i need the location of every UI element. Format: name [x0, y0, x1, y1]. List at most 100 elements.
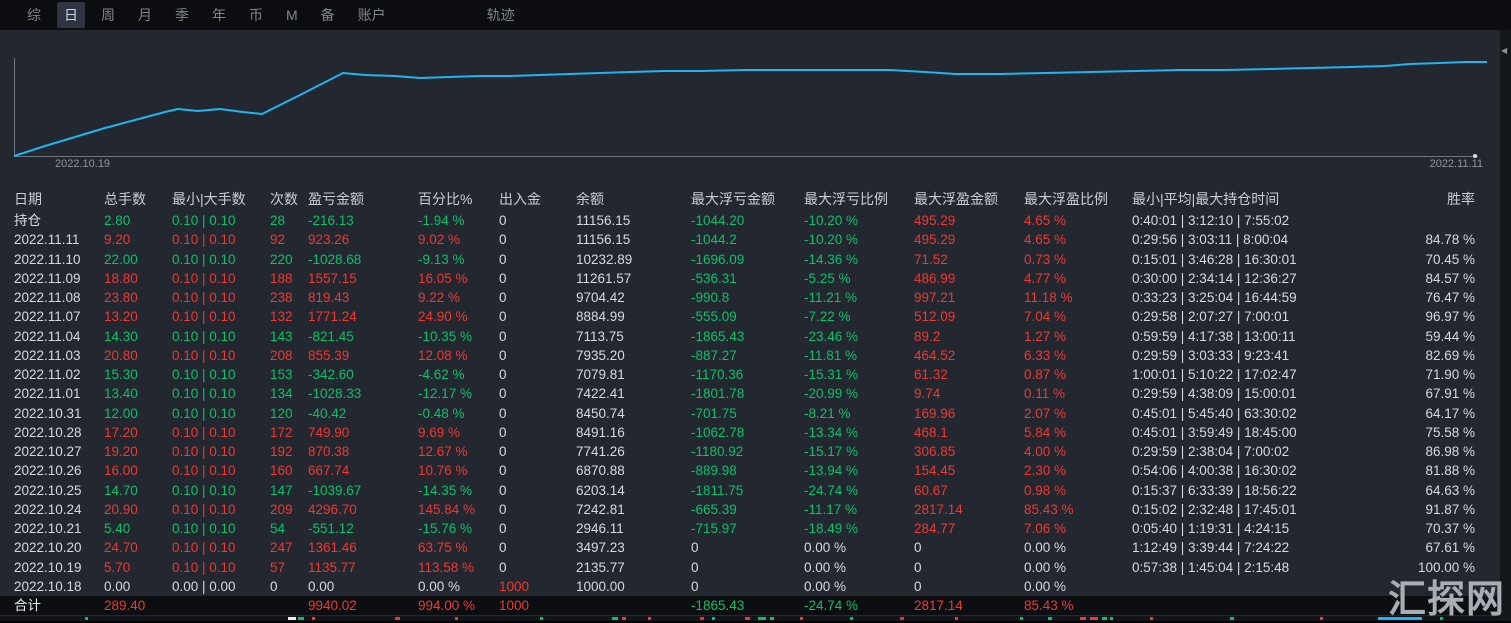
topbar-tab-月[interactable]: 月 — [131, 2, 159, 28]
table-row[interactable]: 2022.11.1022.000.10 | 0.10220-1028.68-9.… — [0, 250, 1511, 269]
cell-pnl: -1039.67 — [308, 481, 418, 500]
cell-vol: 19.20 — [104, 442, 172, 461]
column-header-balance[interactable]: 余额 — [576, 187, 691, 211]
table-row[interactable]: 2022.11.0320.800.10 | 0.10208855.3912.08… — [0, 346, 1511, 365]
table-row[interactable]: 2022.10.2719.200.10 | 0.10192870.3812.67… — [0, 442, 1511, 461]
column-header-mfpPct[interactable]: 最大浮盈比例 — [1024, 187, 1132, 211]
cell-pct: 12.67 % — [418, 442, 499, 461]
table-row[interactable]: 2022.10.2024.700.10 | 0.102471361.4663.7… — [0, 538, 1511, 557]
column-header-win[interactable]: 胜率 — [1386, 187, 1511, 211]
topbar-tab-币[interactable]: 币 — [242, 2, 270, 28]
table-row[interactable]: 2022.11.119.200.10 | 0.1092923.269.02 %0… — [0, 230, 1511, 249]
column-header-mfl[interactable]: 最大浮亏金额 — [691, 187, 804, 211]
cell-date: 2022.11.11 — [0, 230, 104, 249]
cell-mfp: 997.21 — [914, 288, 1024, 307]
column-header-pnl[interactable]: 盈亏金额 — [308, 187, 418, 211]
cell-vol: 24.70 — [104, 538, 172, 557]
table-row-total[interactable]: 合计289.409940.02994.00 %1000-1865.43-24.7… — [0, 596, 1511, 615]
trade-tick-strip — [0, 616, 1511, 621]
trade-tick-mark — [298, 617, 304, 620]
table-row[interactable]: 2022.10.3112.000.10 | 0.10120-40.42-0.48… — [0, 404, 1511, 423]
cell-count: 220 — [270, 250, 308, 269]
trade-tick-mark — [712, 617, 715, 620]
cell-cash: 0 — [499, 365, 576, 384]
column-header-vol[interactable]: 总手数 — [104, 187, 172, 211]
table-row[interactable]: 2022.11.0414.300.10 | 0.10143-821.45-10.… — [0, 327, 1511, 346]
topbar-tab-备[interactable]: 备 — [314, 2, 342, 28]
column-header-cash[interactable]: 出入金 — [499, 187, 576, 211]
trade-tick-mark — [455, 617, 458, 620]
cell-pnl: 1557.15 — [308, 269, 418, 288]
table-row[interactable]: 2022.10.2616.000.10 | 0.10160667.7410.76… — [0, 461, 1511, 480]
topbar-tab-轨迹[interactable]: 轨迹 — [480, 2, 522, 28]
cell-mflPct: -11.81 % — [804, 346, 914, 365]
table-row[interactable]: 2022.10.2817.200.10 | 0.10172749.909.69 … — [0, 423, 1511, 442]
cell-vol: 17.20 — [104, 423, 172, 442]
column-header-pct[interactable]: 百分比% — [418, 187, 499, 211]
cell-cash: 0 — [499, 423, 576, 442]
cell-pnl: 0.00 — [308, 577, 418, 596]
collapse-left-arrow-icon[interactable]: ◀ — [1501, 46, 1507, 55]
column-header-mfp[interactable]: 最大浮盈金额 — [914, 187, 1024, 211]
table-row[interactable]: 2022.10.180.000.00 | 0.0000.000.00 %1000… — [0, 577, 1511, 596]
cell-mfl: -1865.43 — [691, 327, 804, 346]
cell-lot: 0.10 | 0.10 — [172, 442, 270, 461]
cell-vol: 5.70 — [104, 558, 172, 577]
column-header-mflPct[interactable]: 最大浮亏比例 — [804, 187, 914, 211]
topbar-tab-周[interactable]: 周 — [94, 2, 122, 28]
cell-mfl: -1801.78 — [691, 384, 804, 403]
trade-tick-mark — [745, 617, 750, 620]
topbar-tab-年[interactable]: 年 — [205, 2, 233, 28]
cell-pnl: 4296.70 — [308, 500, 418, 519]
cell-cash: 0 — [499, 211, 576, 230]
cell-count: 172 — [270, 423, 308, 442]
cell-mfpPct: 7.04 % — [1024, 307, 1132, 326]
cell-count: 120 — [270, 404, 308, 423]
cell-time: 0:29:58 | 2:07:27 | 7:00:01 — [1132, 307, 1386, 326]
table-row[interactable]: 2022.10.195.700.10 | 0.10571135.77113.58… — [0, 558, 1511, 577]
cell-date: 2022.10.28 — [0, 423, 104, 442]
table-row[interactable]: 2022.11.0713.200.10 | 0.101321771.2424.9… — [0, 307, 1511, 326]
app-window: 综日周月季年币M备账户 轨迹 2022.10.19 2022.11.11 日期总手… — [0, 0, 1511, 621]
cell-time: 0:54:06 | 4:00:38 | 16:30:02 — [1132, 461, 1386, 480]
column-header-count[interactable]: 次数 — [270, 187, 308, 211]
table-row[interactable]: 2022.10.2420.900.10 | 0.102094296.70145.… — [0, 500, 1511, 519]
topbar-tab-日[interactable]: 日 — [57, 2, 85, 28]
column-header-time[interactable]: 最小|平均|最大持仓时间 — [1132, 187, 1386, 211]
cell-date: 2022.11.09 — [0, 269, 104, 288]
right-scroll-rail[interactable]: ◀ — [1500, 30, 1511, 621]
table-row[interactable]: 2022.10.215.400.10 | 0.1054-551.12-15.76… — [0, 519, 1511, 538]
topbar-tab-综[interactable]: 综 — [20, 2, 48, 28]
cell-date: 持仓 — [0, 211, 104, 230]
column-header-lot[interactable]: 最小|大手数 — [172, 187, 270, 211]
cell-count: 28 — [270, 211, 308, 230]
topbar-tab-季[interactable]: 季 — [168, 2, 196, 28]
trade-tick-mark — [1080, 617, 1086, 620]
cell-balance: 10232.89 — [576, 250, 691, 269]
cell-win: 86.98 % — [1386, 442, 1511, 461]
cell-time: 0:15:01 | 3:46:28 | 16:30:01 — [1132, 250, 1386, 269]
topbar-tab-M[interactable]: M — [279, 4, 305, 26]
table-row[interactable]: 2022.11.0918.800.10 | 0.101881557.1516.0… — [0, 269, 1511, 288]
cell-mfl: -1044.2 — [691, 230, 804, 249]
cell-lot: 0.10 | 0.10 — [172, 211, 270, 230]
table-row[interactable]: 2022.11.0823.800.10 | 0.10238819.439.22 … — [0, 288, 1511, 307]
table-row[interactable]: 持仓2.800.10 | 0.1028-216.13-1.94 %011156.… — [0, 211, 1511, 230]
cell-vol: 13.20 — [104, 307, 172, 326]
cell-pct: 0.00 % — [418, 577, 499, 596]
cell-mflPct: -10.20 % — [804, 230, 914, 249]
table-row[interactable]: 2022.10.2514.700.10 | 0.10147-1039.67-14… — [0, 481, 1511, 500]
cell-mfl: -665.39 — [691, 500, 804, 519]
cell-mflPct: 0.00 % — [804, 558, 914, 577]
table-row[interactable]: 2022.11.0215.300.10 | 0.10153-342.60-4.6… — [0, 365, 1511, 384]
topbar-tab-账户[interactable]: 账户 — [351, 2, 393, 28]
table-row[interactable]: 2022.11.0113.400.10 | 0.10134-1028.33-12… — [0, 384, 1511, 403]
cell-mfp: 2817.14 — [914, 596, 1024, 615]
cell-vol: 12.00 — [104, 404, 172, 423]
trade-tick-mark — [1102, 617, 1107, 620]
cell-time: 0:29:59 | 3:03:33 | 9:23:41 — [1132, 346, 1386, 365]
equity-chart: 2022.10.19 2022.11.11 — [0, 30, 1511, 187]
trade-tick-mark — [1150, 617, 1153, 620]
column-header-date[interactable]: 日期 — [0, 187, 104, 211]
cell-time: 0:15:02 | 2:32:48 | 17:45:01 — [1132, 500, 1386, 519]
